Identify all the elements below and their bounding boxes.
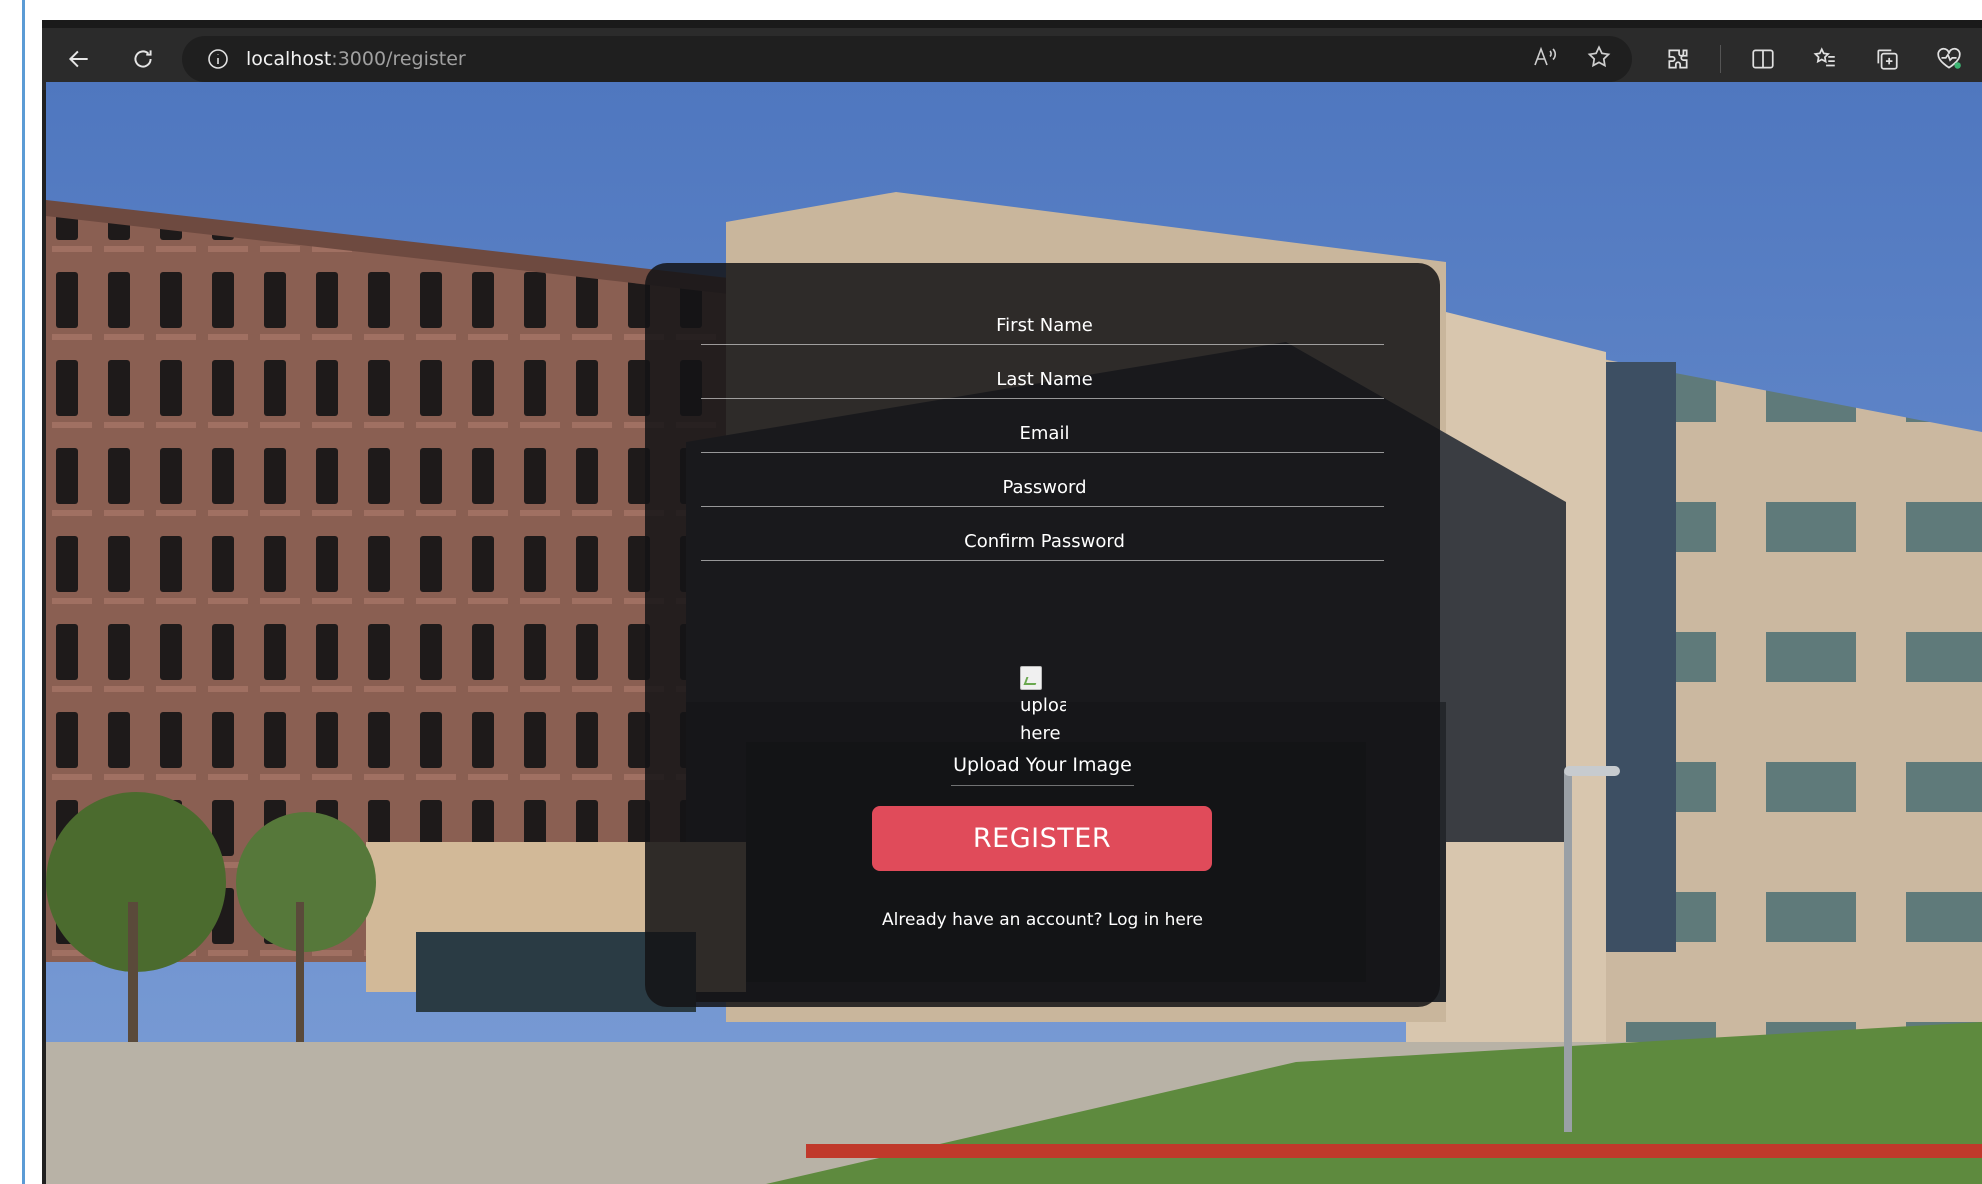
browser-essentials-icon	[1937, 47, 1961, 69]
first-name-field	[701, 304, 1388, 346]
confirm-password-field	[701, 520, 1388, 562]
login-link[interactable]: Already have an account? Log in here	[645, 910, 1440, 930]
collections-icon	[1877, 49, 1898, 70]
url-path: :3000/register	[331, 48, 466, 70]
favorites-list-icon	[1813, 47, 1835, 67]
email-input[interactable]	[701, 412, 1388, 454]
collections-button[interactable]	[1867, 39, 1907, 79]
split-screen-button[interactable]	[1743, 39, 1783, 79]
browser-toolbar: localhost:3000/register	[42, 28, 1982, 90]
browser-essentials-button[interactable]	[1929, 39, 1969, 79]
first-name-input[interactable]	[701, 304, 1388, 346]
image-alt-text: upload here	[1020, 695, 1066, 744]
split-screen-icon	[1752, 49, 1774, 69]
favorites-button[interactable]	[1805, 39, 1845, 79]
info-icon	[208, 49, 228, 69]
password-input[interactable]	[701, 466, 1388, 508]
upload-image-preview[interactable]: upload here	[1020, 666, 1066, 744]
read-aloud-button[interactable]	[1532, 45, 1558, 73]
confirm-password-input[interactable]	[701, 520, 1388, 562]
extensions-icon	[1668, 49, 1688, 69]
tab-strip	[42, 20, 1982, 28]
browser-tools	[1658, 39, 1969, 79]
left-edge-rule	[22, 0, 25, 1184]
page-viewport: upload here Upload Your Image REGISTER A…	[46, 82, 1982, 1184]
broken-image-icon	[1020, 666, 1042, 690]
email-field	[701, 412, 1388, 454]
register-button[interactable]: REGISTER	[872, 806, 1212, 871]
password-field	[701, 466, 1388, 508]
address-bar-actions	[1532, 36, 1612, 82]
upload-image-label[interactable]: Upload Your Image	[645, 754, 1440, 776]
url-text[interactable]: localhost:3000/register	[246, 48, 466, 70]
url-host: localhost	[246, 48, 332, 70]
refresh-icon	[134, 50, 152, 68]
read-aloud-icon	[1534, 46, 1557, 66]
extensions-button[interactable]	[1658, 39, 1698, 79]
register-card: upload here Upload Your Image REGISTER A…	[645, 263, 1440, 1007]
toolbar-separator	[1720, 45, 1721, 73]
back-arrow-icon	[68, 50, 88, 68]
last-name-field	[701, 358, 1388, 400]
back-button[interactable]	[56, 36, 102, 82]
address-bar[interactable]: localhost:3000/register	[182, 36, 1632, 82]
refresh-button[interactable]	[120, 36, 166, 82]
favorite-star-icon	[1587, 45, 1611, 68]
browser-window: localhost:3000/register First Name Last …	[42, 20, 1982, 1184]
last-name-input[interactable]	[701, 358, 1388, 400]
add-favorite-button[interactable]	[1586, 44, 1612, 74]
upload-underline	[951, 785, 1134, 786]
site-info-button[interactable]	[198, 47, 238, 71]
